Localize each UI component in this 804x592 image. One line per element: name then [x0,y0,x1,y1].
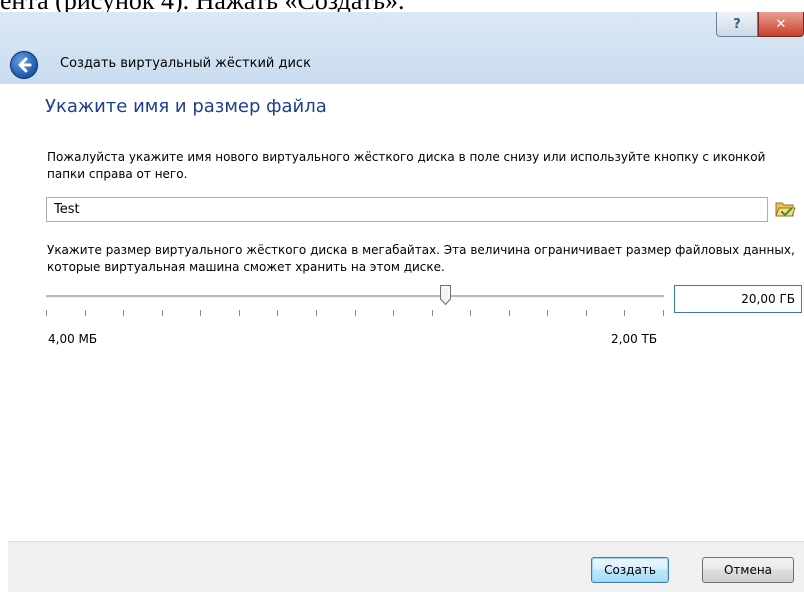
page-heading: Укажите имя и размер файла [45,96,327,117]
close-button[interactable]: ✕ [758,12,804,37]
slider-tick [547,310,548,316]
button-bar: Создать Отмена [8,541,804,592]
slider-tick [277,310,278,316]
slider-max-label: 2,00 ТБ [611,332,658,346]
slider-tick [509,310,510,316]
slider-tick [663,310,664,316]
choose-file-button[interactable] [774,198,796,220]
slider-tick [586,310,587,316]
size-slider-thumb[interactable] [440,285,451,306]
help-button[interactable]: ? [716,12,758,37]
size-value-input[interactable] [674,285,802,313]
slider-ticks [46,310,664,316]
create-button[interactable]: Создать [591,557,669,583]
wizard-page: Укажите имя и размер файла Пожалуйста ук… [8,84,804,541]
wizard-title: Создать виртуальный жёсткий диск [60,56,311,71]
slider-tick [85,310,86,316]
name-description: Пожалуйста укажите имя нового виртуально… [47,150,766,181]
window-caption: ? ✕ Создать виртуальный жёсткий диск [0,12,804,84]
slider-tick [239,310,240,316]
size-slider-track[interactable] [46,295,664,298]
slider-tick [46,310,47,316]
cancel-button[interactable]: Отмена [702,557,794,583]
size-description: Укажите размер виртуального жёсткого дис… [47,243,795,274]
back-button[interactable] [10,51,38,79]
folder-open-icon [775,202,796,217]
disk-name-input[interactable] [46,197,768,222]
slider-tick [432,310,433,316]
slider-tick [624,310,625,316]
slider-min-label: 4,00 МБ [48,332,98,346]
slider-tick [470,310,471,316]
slider-tick [393,310,394,316]
slider-tick [316,310,317,316]
slider-tick [355,310,356,316]
back-arrow-icon [18,57,32,73]
slider-tick [200,310,201,316]
caption-buttons: ? ✕ [716,12,804,38]
slider-tick [123,310,124,316]
slider-tick [162,310,163,316]
